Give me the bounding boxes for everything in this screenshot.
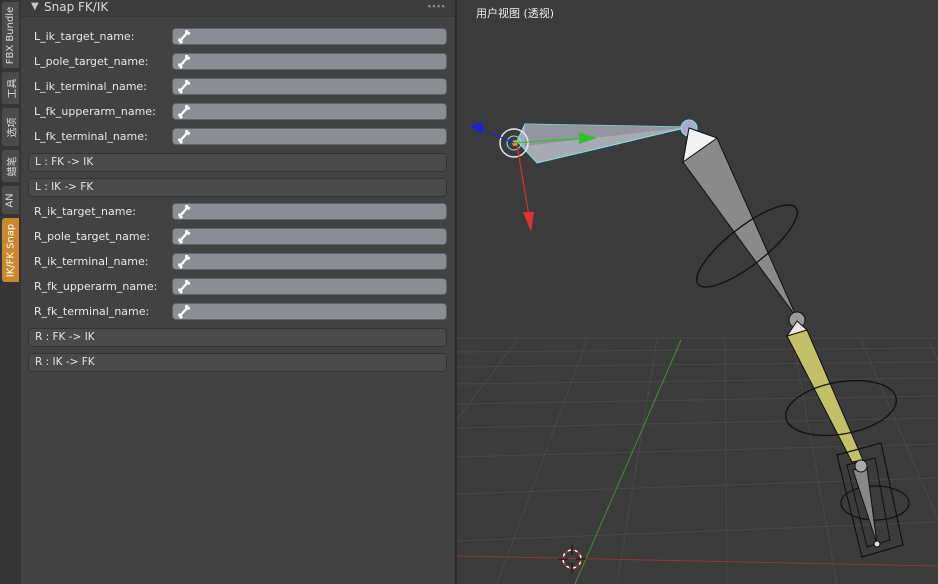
- x-axis-handle[interactable]: [516, 144, 530, 217]
- field-label: L_ik_terminal_name:: [34, 80, 147, 93]
- tab-grease-pencil[interactable]: 蜡笔: [2, 150, 19, 182]
- bone-icon: [178, 254, 191, 269]
- hand-rotation-circle: [840, 485, 910, 521]
- viewport-title: 用户视图 (透视): [476, 7, 555, 20]
- l-fk-to-ik-button[interactable]: L : FK -> IK: [28, 153, 447, 172]
- field-row: L_fk_upperarm_name:: [21, 101, 455, 123]
- field-label: L_fk_terminal_name:: [34, 130, 148, 143]
- field-label: L_ik_target_name:: [34, 30, 135, 43]
- bone-icon: [178, 304, 191, 319]
- field-row: R_fk_terminal_name:: [21, 301, 455, 323]
- field-label: R_fk_upperarm_name:: [34, 280, 158, 293]
- 3d-viewport[interactable]: 用户视图 (透视): [457, 0, 938, 584]
- field-label: R_pole_target_name:: [34, 230, 151, 243]
- tab-an[interactable]: AN: [2, 186, 19, 214]
- hand-end-joint: [873, 540, 881, 548]
- y-axis-line: [574, 339, 682, 584]
- l-pole-target-input[interactable]: [172, 53, 447, 70]
- field-label: R_ik_target_name:: [34, 205, 136, 218]
- floor-grid: [457, 337, 938, 584]
- tab-fbx-bundle[interactable]: FBX Bundle: [2, 2, 19, 68]
- panel-title: Snap FK/IK: [44, 0, 109, 14]
- viewport-scene[interactable]: [457, 0, 938, 584]
- bone-icon: [178, 29, 191, 44]
- field-label: L_pole_target_name:: [34, 55, 149, 68]
- tool-tab-strip: FBX Bundle 工具 选项 蜡笔 AN IK/FK Snap: [0, 0, 22, 584]
- field-label: L_fk_upperarm_name:: [34, 105, 156, 118]
- x-axis-arrow-icon[interactable]: [523, 212, 534, 232]
- r-fk-to-ik-button[interactable]: R : FK -> IK: [28, 328, 447, 347]
- drag-grip-icon[interactable]: ∙∙∙∙: [426, 2, 446, 12]
- field-row: L_ik_terminal_name:: [21, 76, 455, 98]
- wrist-joint[interactable]: [854, 459, 868, 473]
- forearm-bone[interactable]: [682, 127, 798, 319]
- bone-icon: [178, 229, 191, 244]
- field-row: L_fk_terminal_name:: [21, 126, 455, 148]
- r-ik-terminal-input[interactable]: [172, 253, 447, 270]
- bone-icon: [178, 79, 191, 94]
- r-pole-target-input[interactable]: [172, 228, 447, 245]
- bone-icon: [178, 204, 191, 219]
- bone-icon: [178, 54, 191, 69]
- bone-icon: [178, 279, 191, 294]
- x-axis-line: [457, 555, 938, 567]
- l-fk-upperarm-input[interactable]: [172, 103, 447, 120]
- l-ik-target-input[interactable]: [172, 28, 447, 45]
- field-row: L_ik_target_name:: [21, 26, 455, 48]
- bone-icon: [178, 129, 191, 144]
- field-row: R_fk_upperarm_name:: [21, 276, 455, 298]
- field-row: R_pole_target_name:: [21, 226, 455, 248]
- tab-ikfk-snap[interactable]: IK/FK Snap: [2, 218, 19, 282]
- field-label: R_ik_terminal_name:: [34, 255, 149, 268]
- field-row: R_ik_terminal_name:: [21, 251, 455, 273]
- ik-bone[interactable]: [786, 329, 864, 463]
- r-fk-upperarm-input[interactable]: [172, 278, 447, 295]
- tab-tools[interactable]: 工具: [2, 72, 19, 104]
- r-ik-target-input[interactable]: [172, 203, 447, 220]
- r-fk-terminal-input[interactable]: [172, 303, 447, 320]
- l-ik-terminal-input[interactable]: [172, 78, 447, 95]
- r-ik-to-fk-button[interactable]: R : IK -> FK: [28, 353, 447, 372]
- panel-header[interactable]: ▼ Snap FK/IK ∙∙∙∙: [21, 0, 455, 17]
- tab-options[interactable]: 选项: [2, 108, 19, 146]
- bone-icon: [178, 104, 191, 119]
- field-row: L_pole_target_name:: [21, 51, 455, 73]
- l-ik-to-fk-button[interactable]: L : IK -> FK: [28, 178, 447, 197]
- l-fk-terminal-input[interactable]: [172, 128, 447, 145]
- collapse-triangle-icon[interactable]: ▼: [31, 1, 39, 12]
- field-label: R_fk_terminal_name:: [34, 305, 150, 318]
- snap-fkik-panel: ▼ Snap FK/IK ∙∙∙∙ L_ik_target_name: L_po…: [21, 0, 455, 584]
- field-row: R_ik_target_name:: [21, 201, 455, 223]
- z-axis-arrow-icon[interactable]: [469, 122, 483, 134]
